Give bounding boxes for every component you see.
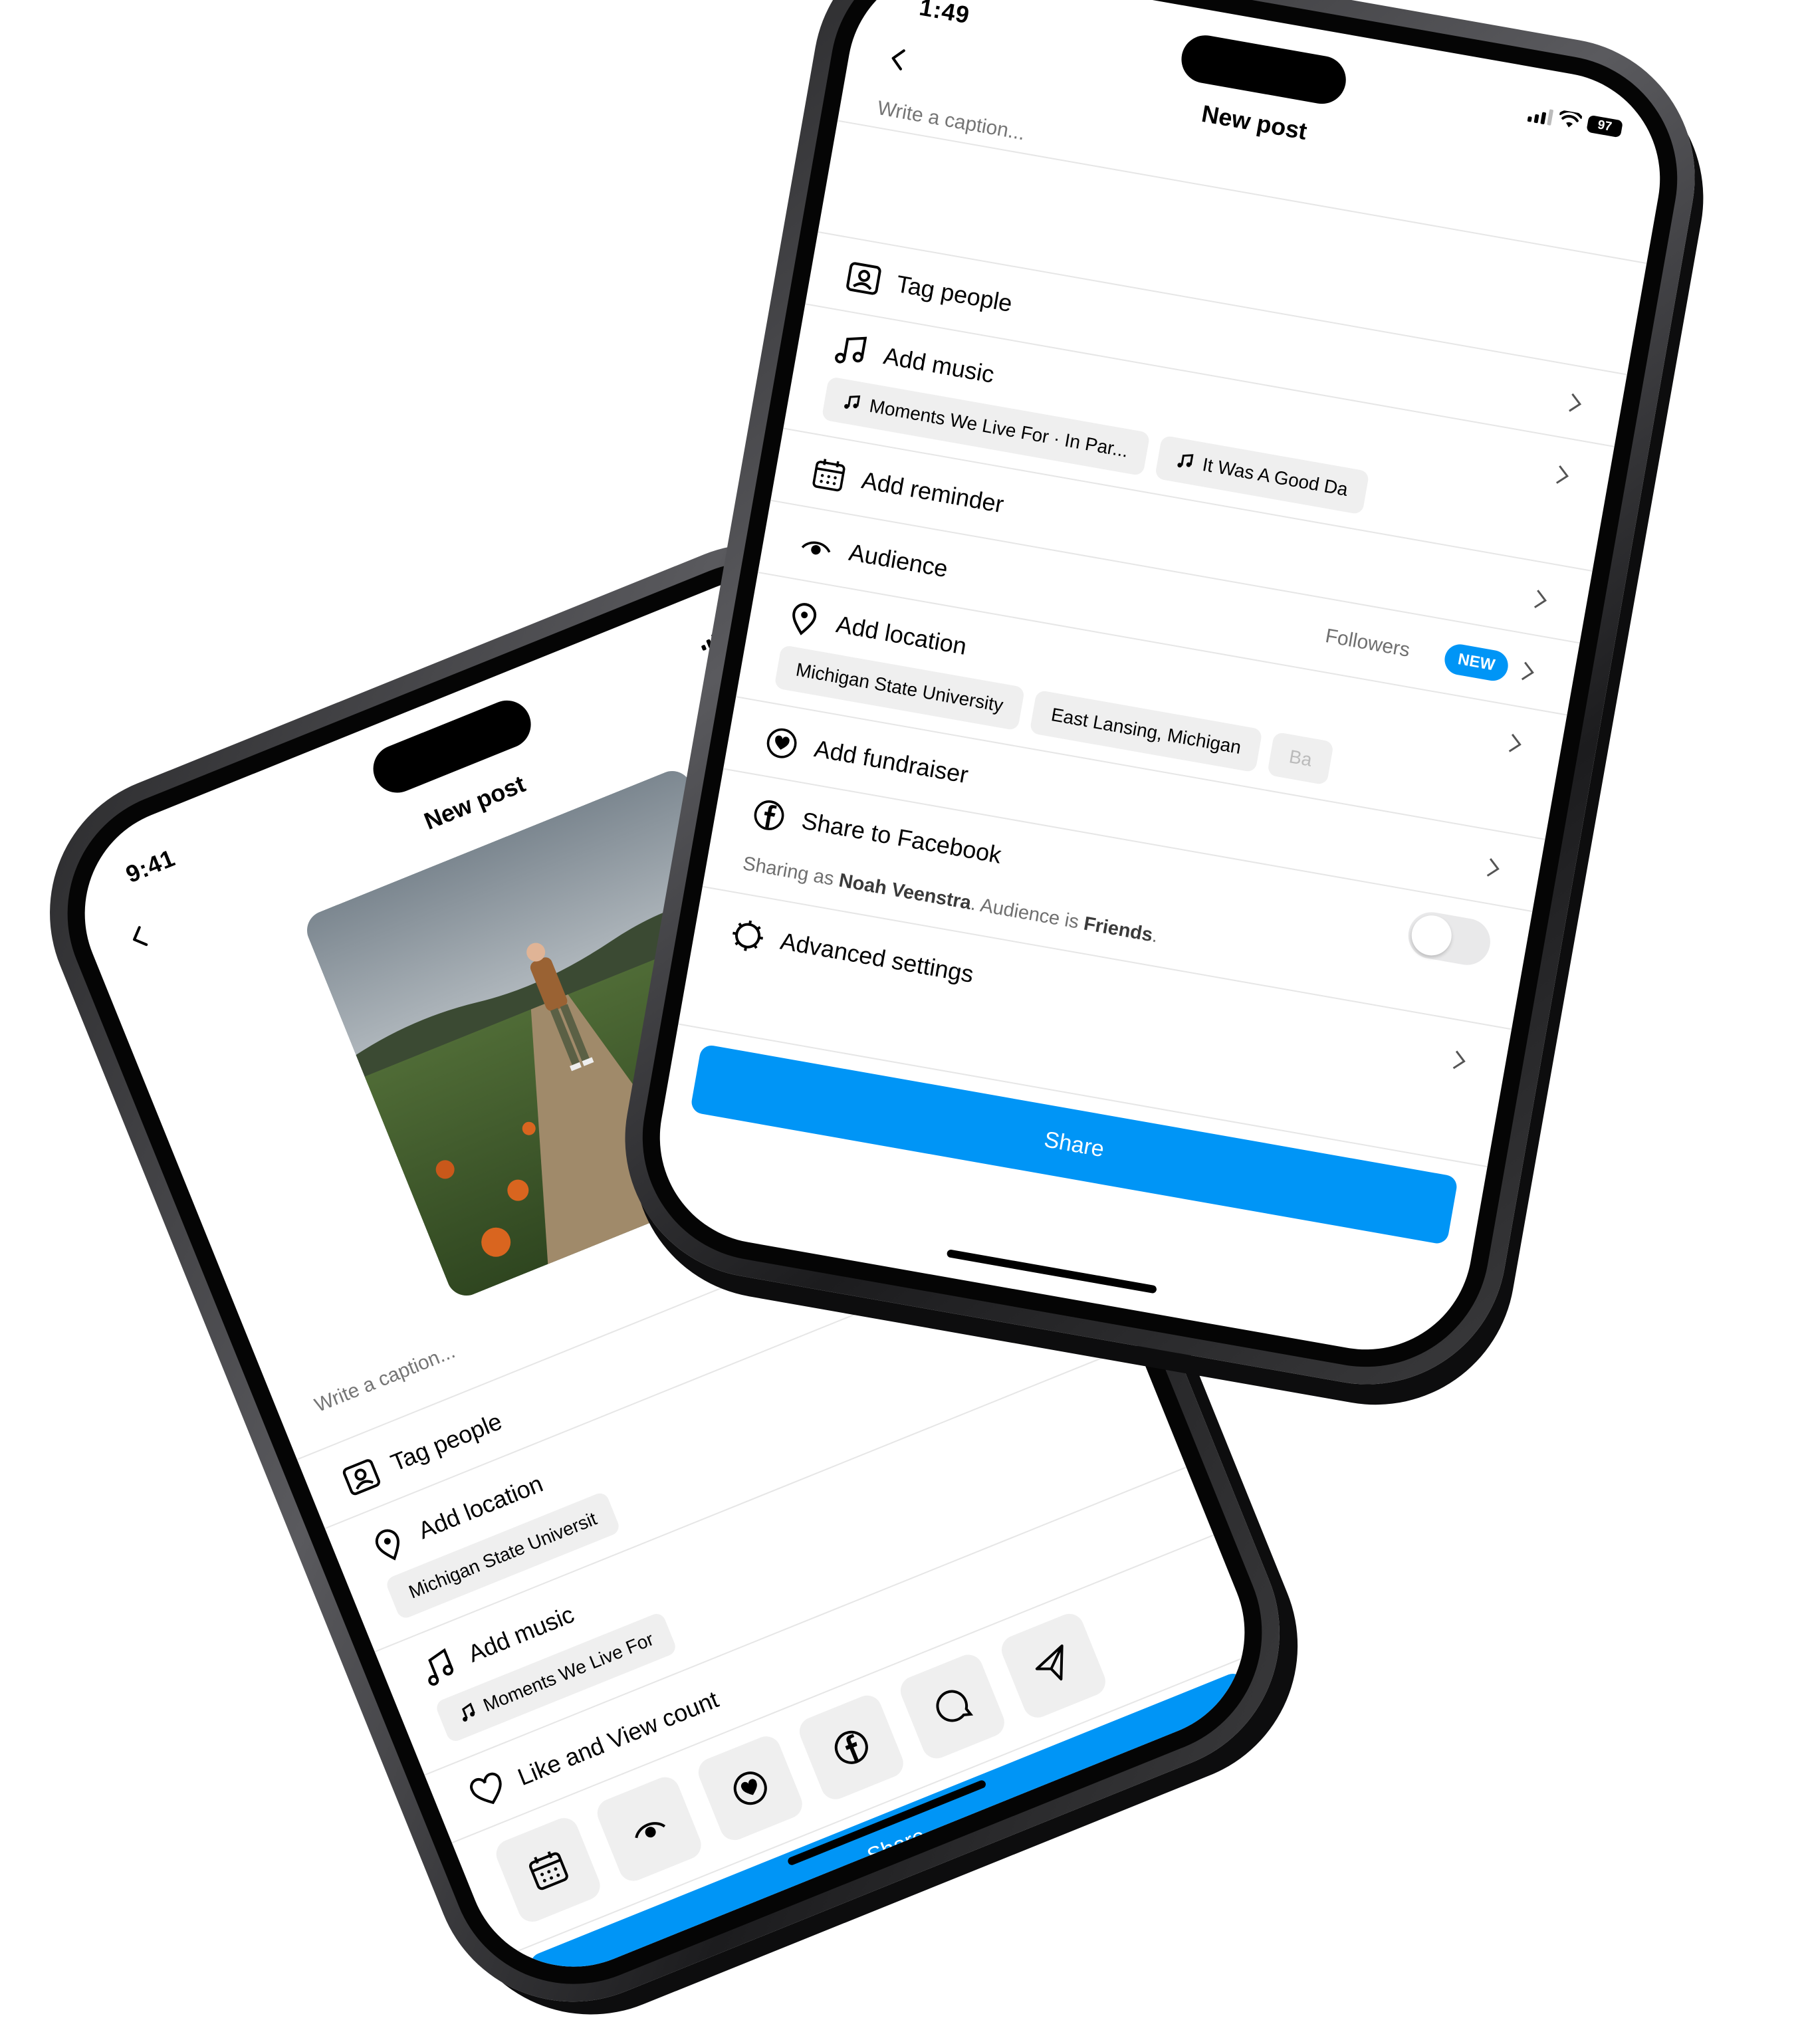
add-reminder-label: Add reminder: [859, 466, 1006, 518]
tag-people-icon: [846, 262, 881, 295]
chevron-right-icon: [1452, 1050, 1466, 1070]
fundraiser-heart-icon: [766, 728, 797, 758]
share-to-facebook-toggle[interactable]: [1405, 908, 1494, 969]
quick-facebook-button[interactable]: [795, 1691, 908, 1804]
quick-calendar-button[interactable]: [492, 1813, 605, 1926]
wifi-icon: [1559, 110, 1583, 128]
location-pin-icon: [792, 603, 817, 635]
quick-messenger-button[interactable]: [896, 1650, 1009, 1763]
facebook-icon: [834, 1730, 868, 1764]
chevron-right-icon: [1533, 590, 1547, 609]
quick-send-button[interactable]: [997, 1609, 1110, 1722]
audience-label: Audience: [847, 538, 951, 583]
music-note-icon: [1177, 454, 1194, 468]
quick-fundraiser-button[interactable]: [694, 1732, 807, 1845]
tag-people-label: Tag people: [894, 269, 1014, 317]
tag-people-icon: [342, 1459, 380, 1496]
sharing-audience: Friends: [1081, 913, 1155, 947]
calendar-icon: [529, 1851, 568, 1890]
audience-value: Followers: [1323, 625, 1412, 661]
music-note-icon: [844, 395, 861, 409]
phone-right: 1:49 97 New post Tag people Add music: [603, 0, 1717, 1407]
location-chip[interactable]: Ba: [1267, 731, 1334, 786]
messenger-icon: [936, 1690, 974, 1722]
sharing-prefix: Sharing as: [741, 853, 842, 891]
fundraiser-heart-icon: [733, 1771, 767, 1805]
location-chip-label: Ba: [1288, 746, 1314, 770]
chevron-right-icon: [1508, 733, 1522, 752]
gear-icon: [733, 920, 764, 951]
share-button[interactable]: Share: [689, 1044, 1459, 1246]
location-pin-icon: [375, 1529, 400, 1561]
quick-audience-button[interactable]: [593, 1773, 706, 1886]
calendar-icon: [812, 459, 846, 492]
send-icon: [1035, 1644, 1064, 1681]
music-note-icon: [461, 1702, 475, 1722]
chevron-right-icon: [1555, 465, 1569, 484]
toggle-knob: [1408, 912, 1455, 959]
new-badge: NEW: [1442, 641, 1511, 683]
status-time: 9:41: [122, 844, 179, 888]
share-to-facebook-label: Share to Facebook: [799, 806, 1004, 869]
heart-icon: [470, 1772, 502, 1805]
chevron-right-icon: [1486, 858, 1500, 877]
battery-icon: 97: [1586, 114, 1623, 138]
add-location-label: Add location: [834, 610, 969, 660]
chevron-right-icon: [1521, 661, 1534, 681]
add-music-label: Add music: [881, 342, 996, 388]
tag-people-label: Tag people: [386, 1407, 506, 1477]
facebook-icon: [754, 800, 784, 830]
audience-eye-icon: [801, 541, 831, 555]
add-fundraiser-label: Add fundraiser: [812, 735, 970, 789]
status-time: 1:49: [917, 0, 972, 29]
chevron-right-icon: [1569, 393, 1582, 412]
signal-icon: [1527, 106, 1554, 126]
music-note-icon: [428, 1648, 454, 1686]
advanced-settings-label: Advanced settings: [778, 927, 976, 988]
music-note-icon: [835, 336, 867, 364]
audience-eye-icon: [635, 1822, 666, 1839]
